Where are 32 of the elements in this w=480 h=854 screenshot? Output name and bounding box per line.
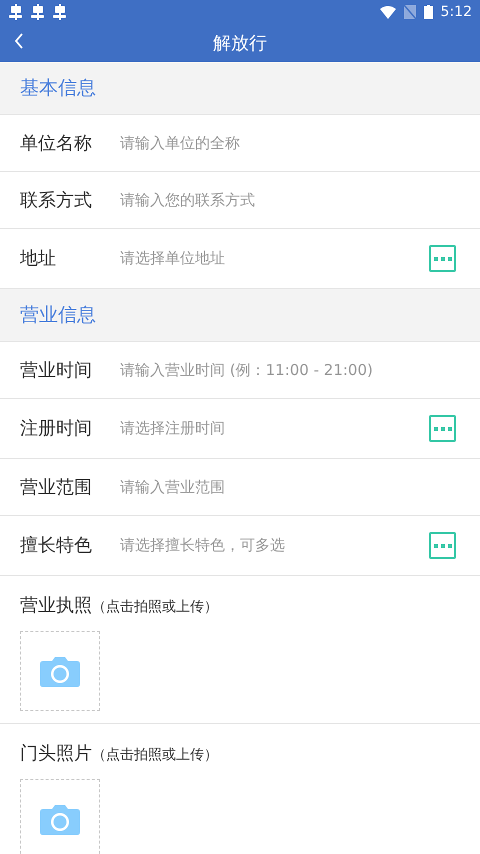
input-field[interactable]: 请输入营业范围 (120, 476, 456, 498)
input-field[interactable]: 请选择单位地址 (120, 247, 421, 270)
input-field[interactable]: 请选择注册时间 (120, 417, 421, 440)
field-label: 联系方式 (20, 188, 93, 212)
input-field[interactable]: 请输入单位的全称 (120, 132, 456, 154)
field-label: 营业范围 (20, 476, 93, 500)
camera-icon (40, 655, 80, 687)
field-label: 单位名称 (20, 132, 93, 156)
photo-upload-button[interactable] (20, 779, 100, 854)
more-button[interactable] (429, 245, 456, 272)
input-field[interactable]: 请输入您的联系方式 (120, 188, 456, 212)
more-button[interactable] (429, 415, 456, 442)
no-signal-icon (404, 5, 416, 19)
input-field[interactable]: 请选择擅长特色，可多选 (120, 534, 421, 557)
camera-icon (40, 803, 80, 835)
photo-upload-button[interactable] (20, 631, 100, 711)
field-label: 擅长特色 (20, 534, 93, 558)
clock: 5:12 (440, 2, 472, 22)
upload-label: 营业执照 (20, 594, 92, 618)
field-label: 注册时间 (20, 417, 93, 441)
page-title: 解放行 (213, 32, 267, 56)
field-label: 营业时间 (20, 358, 93, 382)
upload-label: 门头照片 (20, 742, 92, 766)
more-button[interactable] (429, 532, 456, 559)
section-title: 基本信息 (20, 76, 96, 101)
input-field[interactable]: 请输入营业时间 (例：11:00 - 21:00) (120, 358, 456, 382)
upload-hint: （点击拍照或上传） (92, 746, 218, 765)
section-title: 营业信息 (20, 302, 96, 328)
wifi-icon (380, 6, 396, 18)
upload-hint: （点击拍照或上传） (92, 598, 218, 617)
field-label: 地址 (20, 247, 57, 271)
battery-icon (424, 5, 433, 19)
